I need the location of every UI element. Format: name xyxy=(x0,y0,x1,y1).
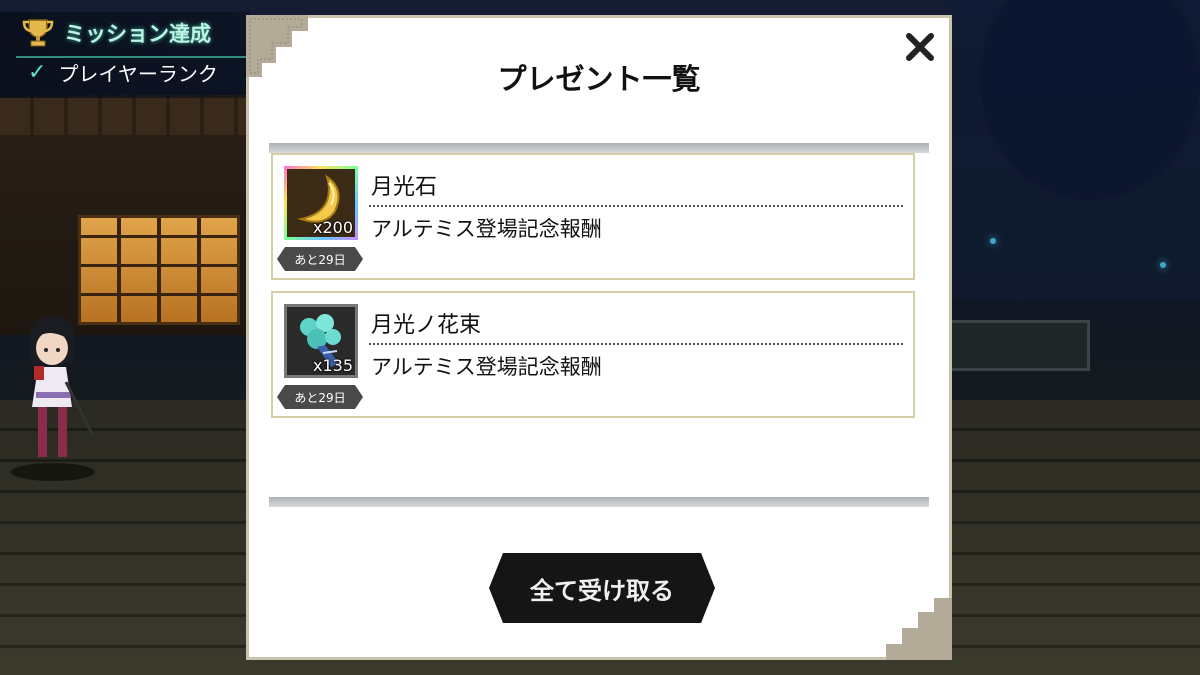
item-quantity: x200 xyxy=(312,218,353,237)
item-name: 月光ノ花束 xyxy=(371,313,482,338)
item-divider xyxy=(369,205,903,207)
building-right xyxy=(950,0,1200,300)
present-item[interactable]: x200 月光石 アルテミス登場記念報酬 あと29日 xyxy=(271,153,915,280)
item-description: アルテミス登場記念報酬 xyxy=(371,355,602,379)
mission-title: ミッション達成 xyxy=(64,22,211,46)
item-description: アルテミス登場記念報酬 xyxy=(371,217,602,241)
corner-ornament xyxy=(886,598,952,660)
character-sprite xyxy=(11,316,95,481)
lamp-glow xyxy=(1160,262,1166,268)
present-item[interactable]: x135 月光ノ花束 アルテミス登場記念報酬 あと29日 xyxy=(271,291,915,418)
present-list-dialog: プレゼント一覧 x200 月光石 アルテミス登場記念報酬 あと29日 x135 … xyxy=(246,15,952,660)
mission-item: プレイヤーランク xyxy=(58,62,218,86)
lamp-glow xyxy=(990,238,996,244)
bouquet-icon: x135 xyxy=(284,304,358,378)
trophy-icon xyxy=(22,19,54,47)
item-divider xyxy=(369,343,903,345)
moonstone-icon: x200 xyxy=(284,166,358,240)
list-bottom-bar xyxy=(269,497,929,507)
present-list[interactable]: x200 月光石 アルテミス登場記念報酬 あと29日 x135 月光ノ花束 アル… xyxy=(269,143,929,507)
item-quantity: x135 xyxy=(312,356,353,375)
lit-window xyxy=(78,215,240,325)
expiry-badge: あと29日 xyxy=(277,247,363,271)
mission-hud[interactable]: ミッション達成 ✓ プレイヤーランク xyxy=(0,12,250,98)
item-name: 月光石 xyxy=(371,175,438,200)
list-top-bar xyxy=(269,143,929,153)
fountain xyxy=(934,320,1090,371)
dialog-title: プレゼント一覧 xyxy=(497,62,701,96)
check-icon: ✓ xyxy=(28,60,47,85)
expiry-badge: あと29日 xyxy=(277,385,363,409)
receive-all-button[interactable]: 全て受け取る xyxy=(489,553,715,623)
